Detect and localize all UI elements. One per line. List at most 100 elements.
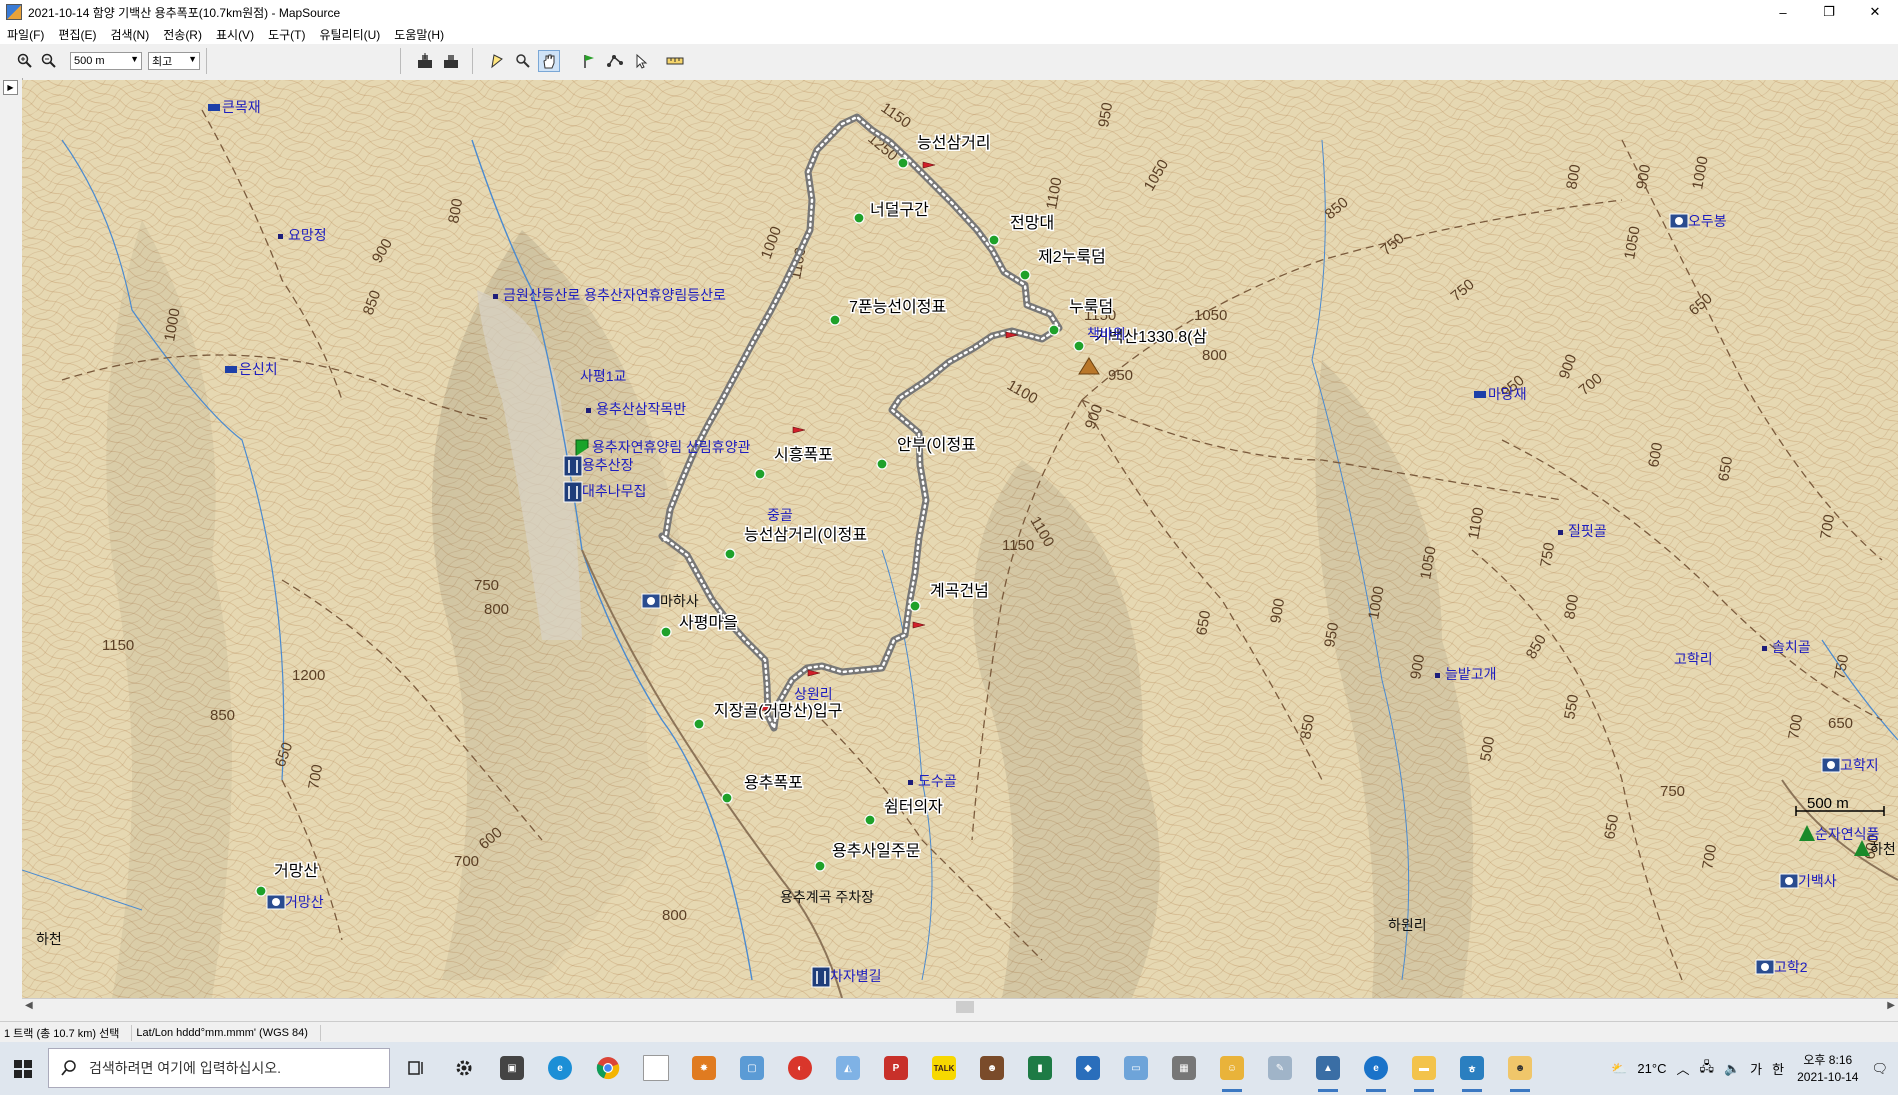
waypoint-marker-icon[interactable] <box>1048 324 1060 336</box>
laptop-app-icon[interactable]: ▭ <box>1120 1052 1152 1084</box>
send-to-device-icon[interactable] <box>440 50 462 72</box>
weather-icon[interactable]: ⛅ <box>1611 1061 1627 1077</box>
restaurant-icon[interactable] <box>563 481 583 503</box>
menu-utilities[interactable]: 유틸리티(U) <box>312 26 387 43</box>
chevron-up-icon[interactable]: ︿ <box>1676 1059 1689 1078</box>
scroll-right-icon[interactable]: ▶ <box>1887 1000 1895 1011</box>
horizontal-scrollbar[interactable]: ◀ ▶ <box>22 998 1898 1015</box>
kakaotalk-icon[interactable]: TALK <box>928 1052 960 1084</box>
waypoint-marker-icon[interactable] <box>255 885 267 897</box>
photo-viewer-icon[interactable]: ✸ <box>688 1052 720 1084</box>
shell-app-icon[interactable]: ◭ <box>832 1052 864 1084</box>
clock[interactable]: 오후 8:16 2021-10-14 <box>1797 1052 1858 1086</box>
scrollbar-thumb[interactable] <box>956 1001 974 1013</box>
minimize-button[interactable]: – <box>1760 0 1806 24</box>
waypoint-label: 전망대 <box>1010 214 1054 232</box>
volume-icon[interactable]: 🔈 <box>1724 1061 1740 1077</box>
pass-marker-icon[interactable] <box>1474 391 1486 398</box>
pass-marker-icon[interactable] <box>225 366 237 373</box>
store-bag-icon[interactable]: ▣ <box>496 1052 528 1084</box>
waypoint-marker-icon[interactable] <box>814 860 826 872</box>
hangul-word-icon[interactable]: ㅎ <box>1456 1052 1488 1092</box>
face-app-icon[interactable]: ☻ <box>1504 1052 1536 1092</box>
close-button[interactable]: ✕ <box>1852 0 1898 24</box>
taskbar-search-box[interactable]: 검색하려면 여기에 입력하십시오. <box>48 1048 390 1088</box>
poi-dot-icon[interactable] <box>278 234 283 239</box>
pointer-arrow-icon[interactable] <box>630 50 652 72</box>
restaurant-icon[interactable] <box>811 966 831 988</box>
notification-icon[interactable]: 🗨 <box>1871 1061 1888 1077</box>
receive-from-device-icon[interactable] <box>414 50 436 72</box>
zoom-tool-icon[interactable] <box>512 50 534 72</box>
measure-tool-icon[interactable] <box>664 50 686 72</box>
topo-map[interactable]: 1150125095010501100100011001150 105011009… <box>22 80 1898 998</box>
menu-transfer[interactable]: 전송(R) <box>156 26 209 43</box>
poi-dot-icon[interactable] <box>908 780 913 785</box>
weather-temp[interactable]: 21°C <box>1637 1061 1666 1076</box>
menu-help[interactable]: 도움말(H) <box>387 26 451 43</box>
waypoint-tool-icon[interactable] <box>578 50 600 72</box>
hand-pan-icon[interactable] <box>538 50 560 72</box>
menu-tools[interactable]: 도구(T) <box>261 26 312 43</box>
contour-label: 850 <box>210 707 235 724</box>
blank-document-icon[interactable] <box>640 1052 672 1084</box>
calculator-icon[interactable]: ▦ <box>1168 1052 1200 1084</box>
maximize-button[interactable]: ❐ <box>1806 0 1852 24</box>
waypoint-marker-icon[interactable] <box>1019 269 1031 281</box>
menu-file[interactable]: 파일(F) <box>0 26 51 43</box>
red-app-icon[interactable]: ◐ <box>784 1052 816 1084</box>
waypoint-marker-icon[interactable] <box>721 792 733 804</box>
menu-view[interactable]: 표시(V) <box>209 26 261 43</box>
waypoint-marker-icon[interactable] <box>829 314 841 326</box>
selection-tool-icon[interactable] <box>486 50 508 72</box>
poi-dot-icon[interactable] <box>1558 530 1563 535</box>
restaurant-icon[interactable] <box>563 455 583 477</box>
character-app-icon[interactable]: ☻ <box>976 1052 1008 1084</box>
waypoint-marker-icon[interactable] <box>754 468 766 480</box>
waypoint-marker-icon[interactable] <box>909 600 921 612</box>
chrome-browser-icon[interactable] <box>592 1052 624 1084</box>
network-icon[interactable]: 🖧 <box>1699 1058 1714 1080</box>
waypoint-marker-icon[interactable] <box>724 548 736 560</box>
spreadsheet-chart-icon[interactable]: ▮ <box>1024 1052 1056 1084</box>
ime-hangul[interactable]: 한 <box>1772 1059 1784 1078</box>
waypoint-marker-icon[interactable] <box>660 626 672 638</box>
waypoint-marker-icon[interactable] <box>864 814 876 826</box>
monitor-app-icon[interactable]: ▢ <box>736 1052 768 1084</box>
waypoint-marker-icon[interactable] <box>693 718 705 730</box>
poi-dot-icon[interactable] <box>1762 646 1767 651</box>
task-view-icon[interactable] <box>400 1052 432 1084</box>
waypoint-marker-icon[interactable] <box>897 157 909 169</box>
edge-browser-icon[interactable]: e <box>544 1052 576 1084</box>
powerpoint-viewer-icon[interactable]: P <box>880 1052 912 1084</box>
menu-find[interactable]: 검색(N) <box>103 26 156 43</box>
cube-app-icon[interactable]: ◆ <box>1072 1052 1104 1084</box>
waypoint-marker-icon[interactable] <box>876 458 888 470</box>
poi-dot-icon[interactable] <box>586 408 591 413</box>
poi-label: 용추자연휴양림 산림휴양관 <box>592 439 751 455</box>
waypoint-marker-icon[interactable] <box>988 234 1000 246</box>
mapsource-taskbar-icon[interactable]: ▲ <box>1312 1052 1344 1092</box>
menu-edit[interactable]: 편집(E) <box>51 26 103 43</box>
windows-start-button[interactable] <box>0 1042 46 1095</box>
waypoint-marker-icon[interactable] <box>853 212 865 224</box>
poi-dot-icon[interactable] <box>493 294 498 299</box>
settings-gear-icon[interactable] <box>448 1052 480 1084</box>
detail-level-select[interactable]: 최고 ▼ <box>148 52 200 70</box>
waypoint-marker-icon[interactable] <box>1073 340 1085 352</box>
pass-marker-icon[interactable] <box>208 104 220 111</box>
expand-panel-icon[interactable]: ▶ <box>3 80 18 95</box>
contour-label: 950 <box>1108 367 1133 384</box>
explorer-app-icon[interactable]: ☺ <box>1216 1052 1248 1092</box>
poi-dot-icon[interactable] <box>1435 673 1440 678</box>
internet-explorer-icon[interactable]: e <box>1360 1052 1392 1092</box>
zoom-scale-select[interactable]: 500 m ▼ <box>70 52 142 70</box>
mapping-app-icon[interactable]: ✎ <box>1264 1052 1296 1084</box>
route-tool-icon[interactable] <box>604 50 626 72</box>
zoom-out-icon[interactable] <box>38 50 60 72</box>
ime-mode[interactable]: 가 <box>1750 1059 1762 1078</box>
file-explorer-icon[interactable]: ▬ <box>1408 1052 1440 1092</box>
zoom-in-icon[interactable] <box>14 50 36 72</box>
scroll-left-icon[interactable]: ◀ <box>25 1000 33 1011</box>
contour-label: 1150 <box>102 637 134 654</box>
